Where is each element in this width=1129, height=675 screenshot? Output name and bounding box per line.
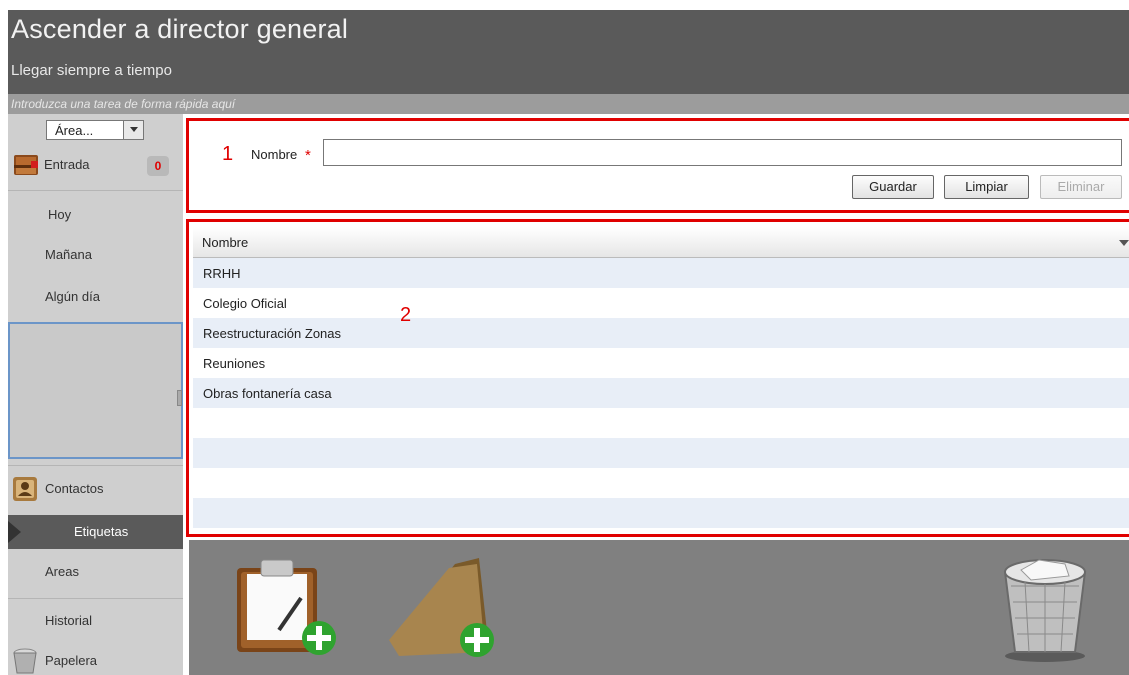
sidebar: Área... Entrada 0 Hoy Mañana Algún día C… (8, 114, 183, 675)
inbox-icon (14, 155, 38, 175)
chevron-down-icon[interactable] (123, 121, 143, 139)
sidebar-item-label: Historial (45, 613, 92, 628)
sidebar-item-tomorrow[interactable]: Mañana (8, 238, 183, 272)
table-row (193, 498, 1129, 528)
quick-task-input[interactable] (8, 94, 1129, 114)
filter-icon[interactable] (1119, 240, 1129, 246)
project-header: Ascender a director general Llegar siemp… (8, 10, 1129, 94)
area-select-value: Área... (55, 123, 94, 138)
table-row[interactable]: Reuniones (193, 348, 1129, 378)
name-label: Nombre (251, 147, 298, 162)
contacts-icon (13, 477, 37, 501)
table-row (193, 468, 1129, 498)
table-row[interactable]: RRHH (193, 258, 1129, 288)
sidebar-item-today[interactable]: Hoy (8, 198, 183, 232)
sidebar-item-label: Contactos (45, 481, 104, 496)
cell-name: Obras fontanería casa (203, 386, 332, 401)
action-dock (189, 540, 1129, 675)
divider (8, 465, 183, 466)
sidebar-resize-handle[interactable] (177, 390, 182, 406)
cell-name: Colegio Oficial (203, 296, 287, 311)
sidebar-item-someday[interactable]: Algún día (8, 280, 183, 314)
sidebar-item-label: Etiquetas (74, 524, 129, 539)
active-indicator-icon (8, 521, 21, 543)
area-select[interactable]: Área... (46, 120, 144, 140)
name-field[interactable] (323, 139, 1122, 166)
sidebar-item-label: Papelera (45, 653, 98, 668)
delete-button[interactable]: Eliminar (1040, 175, 1122, 199)
divider (8, 598, 183, 599)
table-row[interactable]: Colegio Oficial (193, 288, 1129, 318)
sidebar-item-label: Hoy (48, 207, 72, 222)
column-header-name[interactable]: Nombre (202, 235, 248, 250)
sidebar-item-label: Mañana (45, 247, 92, 262)
cell-name: Reestructuración Zonas (203, 326, 342, 341)
sidebar-item-areas[interactable]: Areas (8, 555, 183, 589)
project-title[interactable]: Ascender a director general (11, 14, 348, 45)
table-row[interactable]: Reestructuración Zonas (193, 318, 1129, 348)
annotation-marker: 2 (400, 304, 412, 326)
save-button[interactable]: Guardar (852, 175, 934, 199)
cell-name: RRHH (203, 266, 241, 281)
divider (8, 190, 183, 191)
clear-button[interactable]: Limpiar (944, 175, 1029, 199)
sidebar-item-history[interactable]: Historial (8, 604, 183, 638)
table-row[interactable]: Obras fontanería casa (193, 378, 1129, 408)
sidebar-item-contacts[interactable]: Contactos (8, 472, 183, 506)
sidebar-preview-panel (8, 322, 183, 459)
sidebar-item-label: Algún día (45, 289, 100, 304)
sidebar-item-trash[interactable]: Papelera (8, 644, 183, 675)
trash-icon (13, 648, 37, 674)
inbox-count-badge: 0 (147, 156, 169, 176)
cell-name: Reuniones (203, 356, 266, 371)
sidebar-item-label: Entrada (44, 157, 90, 172)
add-folder-icon[interactable] (385, 554, 503, 662)
tag-form-panel: 1 Nombre * Guardar Limpiar Eliminar (186, 118, 1129, 213)
trash-bin-icon[interactable] (991, 552, 1099, 664)
sidebar-item-tags[interactable]: Etiquetas (8, 515, 183, 549)
quick-entry-bar (8, 94, 1129, 114)
grid-header: Nombre (193, 227, 1129, 258)
add-task-icon[interactable] (231, 554, 341, 660)
table-row (193, 408, 1129, 438)
tags-grid: Nombre RRHH Colegio Oficial Reestructura… (186, 219, 1129, 537)
table-row (193, 438, 1129, 468)
grid-body: RRHH Colegio Oficial Reestructuración Zo… (193, 258, 1129, 528)
annotation-marker: 1 (222, 143, 234, 165)
sidebar-item-label: Areas (45, 564, 79, 579)
required-marker: * (305, 147, 311, 164)
project-subtitle[interactable]: Llegar siempre a tiempo (11, 62, 172, 79)
sidebar-item-inbox[interactable]: Entrada 0 (8, 148, 183, 182)
